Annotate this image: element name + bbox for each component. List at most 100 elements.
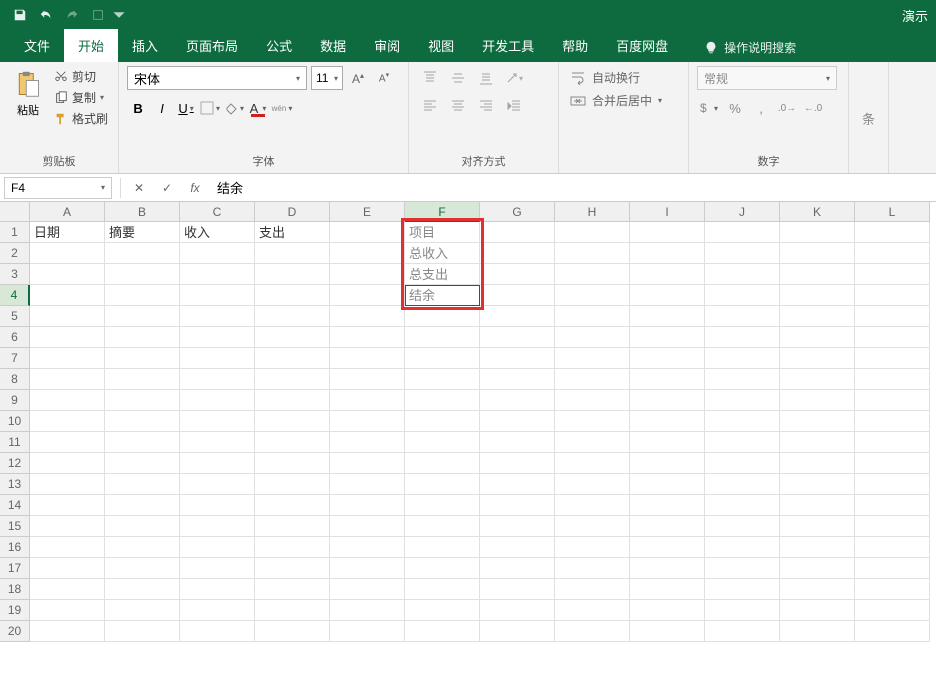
cell[interactable] <box>480 432 555 453</box>
cell[interactable] <box>480 411 555 432</box>
cell[interactable] <box>705 264 780 285</box>
cell[interactable] <box>180 558 255 579</box>
cell[interactable] <box>105 600 180 621</box>
cell[interactable] <box>555 243 630 264</box>
row-header[interactable]: 17 <box>0 558 30 579</box>
tab-view[interactable]: 视图 <box>414 29 468 62</box>
qat-dropdown[interactable] <box>112 3 126 27</box>
cell[interactable] <box>105 390 180 411</box>
cell[interactable] <box>705 390 780 411</box>
cell[interactable] <box>555 621 630 642</box>
cell[interactable] <box>855 453 930 474</box>
phonetic-button[interactable]: wén▾ <box>271 96 293 120</box>
cell[interactable] <box>780 516 855 537</box>
cell[interactable] <box>330 285 405 306</box>
tab-formulas[interactable]: 公式 <box>252 29 306 62</box>
cell[interactable] <box>255 621 330 642</box>
cell[interactable] <box>480 243 555 264</box>
cell[interactable] <box>255 327 330 348</box>
cell[interactable] <box>780 285 855 306</box>
cell[interactable] <box>780 453 855 474</box>
column-header[interactable]: I <box>630 202 705 222</box>
cell[interactable] <box>780 432 855 453</box>
cell[interactable] <box>480 537 555 558</box>
align-left-button[interactable] <box>417 94 443 118</box>
cell[interactable] <box>780 537 855 558</box>
cell[interactable] <box>105 579 180 600</box>
cells-area[interactable]: 日期摘要收入支出项目总收入总支出结余 <box>30 222 936 642</box>
cell[interactable] <box>105 243 180 264</box>
cell[interactable]: 总支出 <box>405 264 480 285</box>
increase-decimal-button[interactable]: .0→ <box>775 96 799 120</box>
cell[interactable] <box>705 327 780 348</box>
cell[interactable] <box>705 558 780 579</box>
cell[interactable] <box>630 579 705 600</box>
name-box[interactable]: F4 ▾ <box>4 177 112 199</box>
row-header[interactable]: 20 <box>0 621 30 642</box>
cell[interactable] <box>30 600 105 621</box>
cell[interactable] <box>480 474 555 495</box>
cell[interactable] <box>780 369 855 390</box>
cell[interactable] <box>780 222 855 243</box>
cell[interactable] <box>630 327 705 348</box>
cell[interactable] <box>255 474 330 495</box>
cell[interactable] <box>180 453 255 474</box>
fill-color-button[interactable]: ▾ <box>223 96 245 120</box>
cell[interactable] <box>480 222 555 243</box>
select-all-corner[interactable] <box>0 202 30 222</box>
cell[interactable] <box>630 285 705 306</box>
cell[interactable] <box>630 411 705 432</box>
cell[interactable] <box>480 558 555 579</box>
cell[interactable]: 摘要 <box>105 222 180 243</box>
cell[interactable] <box>555 327 630 348</box>
cell[interactable] <box>555 369 630 390</box>
cell[interactable] <box>180 285 255 306</box>
cell[interactable] <box>555 390 630 411</box>
cell[interactable] <box>105 516 180 537</box>
cell[interactable] <box>480 264 555 285</box>
cell[interactable] <box>180 621 255 642</box>
cell[interactable] <box>405 558 480 579</box>
row-header[interactable]: 13 <box>0 474 30 495</box>
cell[interactable] <box>780 411 855 432</box>
cell[interactable] <box>30 432 105 453</box>
cell[interactable]: 项目 <box>405 222 480 243</box>
cell[interactable] <box>330 537 405 558</box>
cell[interactable] <box>555 579 630 600</box>
cell[interactable] <box>630 222 705 243</box>
merge-center-button[interactable]: 合并后居中 ▾ <box>567 89 680 112</box>
cell[interactable] <box>30 306 105 327</box>
font-name-select[interactable]: 宋体 ▾ <box>127 66 307 90</box>
cell[interactable] <box>405 600 480 621</box>
column-header[interactable]: C <box>180 202 255 222</box>
cell[interactable] <box>180 537 255 558</box>
cell[interactable] <box>180 411 255 432</box>
currency-button[interactable]: $▾ <box>697 96 721 120</box>
cell[interactable] <box>105 264 180 285</box>
cell[interactable] <box>330 306 405 327</box>
copy-button[interactable]: 复制 ▾ <box>52 87 110 108</box>
cell[interactable] <box>330 495 405 516</box>
cell[interactable] <box>855 516 930 537</box>
comma-button[interactable]: , <box>749 96 773 120</box>
cell[interactable] <box>30 348 105 369</box>
cell[interactable] <box>630 516 705 537</box>
insert-function-button[interactable]: fx <box>181 177 209 199</box>
cell[interactable] <box>255 579 330 600</box>
cell[interactable] <box>330 390 405 411</box>
tab-insert[interactable]: 插入 <box>118 29 172 62</box>
cell[interactable] <box>630 621 705 642</box>
format-painter-button[interactable]: 格式刷 <box>52 108 110 129</box>
column-header[interactable]: L <box>855 202 930 222</box>
cell[interactable] <box>330 327 405 348</box>
cell[interactable] <box>405 537 480 558</box>
cell[interactable] <box>105 474 180 495</box>
cell[interactable] <box>105 621 180 642</box>
percent-button[interactable]: % <box>723 96 747 120</box>
cell[interactable] <box>105 327 180 348</box>
cell[interactable] <box>105 285 180 306</box>
row-header[interactable]: 6 <box>0 327 30 348</box>
font-size-select[interactable]: 11 ▾ <box>311 66 343 90</box>
cell[interactable] <box>705 411 780 432</box>
cell[interactable] <box>105 348 180 369</box>
